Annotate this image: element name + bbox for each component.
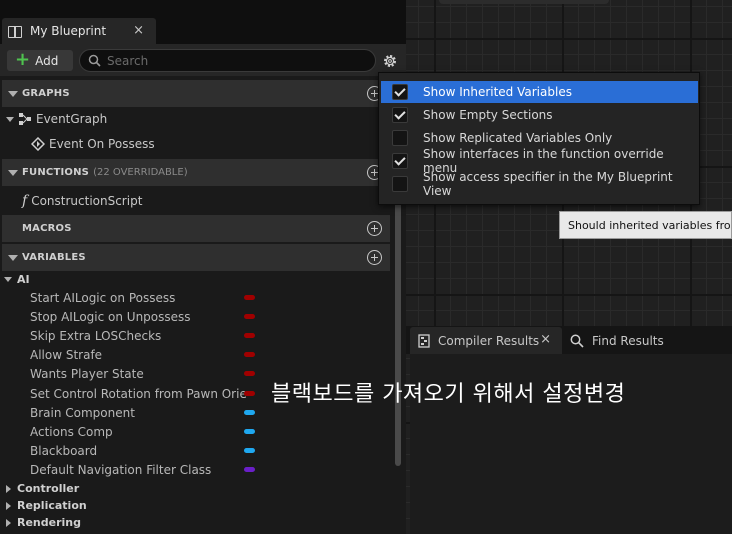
eventgraph-label: EventGraph (36, 112, 108, 126)
chevron-right-icon (6, 484, 11, 493)
variable-type-pill (244, 352, 255, 357)
variable-item[interactable]: Allow Strafe (30, 345, 260, 364)
add-macro-icon[interactable] (367, 221, 382, 236)
variable-item[interactable]: Stop AILogic on Unpossess (30, 307, 260, 326)
tab-my-blueprint[interactable]: My Blueprint × (2, 18, 156, 44)
variable-type-pill (244, 429, 255, 434)
tab-title: My Blueprint (30, 24, 107, 38)
section-variables-label: VARIABLES (22, 252, 86, 263)
variable-item[interactable]: Wants Player State (30, 364, 260, 383)
add-variable-icon[interactable] (367, 250, 382, 265)
category-ai[interactable]: AI (4, 271, 30, 288)
variable-type-pill (244, 391, 255, 396)
section-macros-label: MACROS (22, 223, 72, 234)
checkbox[interactable] (392, 84, 408, 100)
my-blueprint-panel: My Blueprint × + Add Search GRAPHS Event… (0, 0, 406, 534)
event-on-possess-label: Event On Possess (49, 137, 155, 151)
tree-item-construction-script[interactable]: f ConstructionScript (22, 191, 142, 211)
chevron-down-icon (8, 169, 18, 176)
menu-item-label: Show Empty Sections (423, 108, 553, 122)
function-icon: f (22, 193, 28, 209)
menu-item-show-inherited-variables[interactable]: Show Inherited Variables (381, 81, 698, 103)
menu-item-label: Show access specifier in the My Blueprin… (423, 170, 673, 198)
book-icon (8, 25, 22, 38)
graph-node-edge (439, 0, 609, 4)
chevron-down-icon (6, 116, 14, 122)
menu-item-label: Show Replicated Variables Only (423, 131, 613, 145)
variable-type-pill (244, 295, 255, 300)
variable-item[interactable]: Start AILogic on Possess (30, 288, 260, 307)
category-label: Rendering (17, 516, 81, 529)
chevron-down-icon (8, 90, 18, 97)
panel-tab-bar: My Blueprint × (0, 0, 406, 44)
compiler-results-icon (418, 333, 430, 348)
variable-type-pill (244, 333, 255, 338)
tooltip: Should inherited variables from p (559, 211, 732, 239)
checkbox[interactable] (392, 130, 408, 146)
section-functions-label: FUNCTIONS (22, 167, 90, 178)
checkbox[interactable] (392, 153, 408, 169)
menu-item-show-access-specifier[interactable]: Show access specifier in the My Blueprin… (381, 170, 698, 198)
gear-icon[interactable] (381, 52, 399, 70)
search-icon (88, 54, 101, 67)
menu-item-show-interfaces[interactable]: Show interfaces in the function override… (381, 147, 698, 175)
variable-type-pill (244, 467, 255, 472)
checkbox[interactable] (392, 176, 408, 192)
chevron-right-icon (6, 518, 11, 527)
search-placeholder: Search (107, 53, 149, 68)
checkmark-icon (394, 108, 406, 120)
variable-item[interactable]: Default Navigation Filter Class (30, 460, 260, 479)
section-graphs-label: GRAPHS (22, 88, 70, 99)
search-input[interactable]: Search (79, 49, 376, 72)
variable-type-pill (244, 371, 255, 376)
view-options-menu: Show Inherited Variables Show Empty Sect… (378, 72, 700, 205)
checkmark-icon (394, 85, 406, 97)
add-button-label: Add (35, 53, 59, 68)
category-label: Replication (17, 499, 87, 512)
category-controller[interactable]: Controller (4, 480, 79, 497)
tab-compiler-results[interactable]: Compiler Results × (410, 327, 562, 354)
plus-icon: + (15, 48, 31, 70)
category-label: Controller (17, 482, 80, 495)
panel-toolbar: + Add Search (0, 44, 406, 76)
compiler-results-label: Compiler Results (438, 333, 540, 348)
variable-item[interactable]: Brain Component (30, 403, 260, 422)
section-functions[interactable]: FUNCTIONS (22 OVERRIDABLE) (2, 159, 390, 186)
chevron-down-icon (8, 254, 18, 261)
section-graphs[interactable]: GRAPHS (2, 80, 390, 107)
variable-item[interactable]: Blackboard (30, 441, 260, 460)
tab-find-results[interactable]: Find Results (566, 327, 732, 354)
add-button[interactable]: + Add (7, 50, 73, 71)
menu-item-show-empty-sections[interactable]: Show Empty Sections (381, 104, 698, 126)
tree-item-event-on-possess[interactable]: Event On Possess (31, 134, 155, 154)
variable-item[interactable]: Actions Comp (30, 422, 260, 441)
checkbox[interactable] (392, 107, 408, 123)
checkmark-icon (394, 154, 406, 166)
find-results-label: Find Results (592, 333, 664, 348)
section-functions-sub: (22 OVERRIDABLE) (93, 167, 188, 178)
section-macros[interactable]: MACROS (2, 215, 390, 242)
menu-item-show-replicated-only[interactable]: Show Replicated Variables Only (381, 127, 698, 149)
close-icon[interactable]: × (540, 332, 551, 347)
event-graph-icon (19, 113, 31, 125)
chevron-right-icon (6, 501, 11, 510)
scrollbar[interactable] (395, 188, 401, 466)
construction-script-label: ConstructionScript (31, 194, 143, 208)
close-icon[interactable]: × (133, 23, 144, 38)
chevron-down-icon (4, 277, 12, 282)
section-variables[interactable]: VARIABLES (2, 244, 390, 271)
variable-item[interactable]: Set Control Rotation from Pawn Orie (30, 384, 260, 403)
event-icon (31, 137, 45, 151)
category-ai-label: AI (17, 273, 30, 286)
annotation-text: 블랙보드를 가져오기 위해서 설정변경 (271, 382, 626, 407)
category-rendering[interactable]: Rendering (4, 514, 81, 531)
variable-type-pill (244, 314, 255, 319)
search-icon (570, 334, 584, 348)
menu-item-label: Show Inherited Variables (423, 85, 572, 99)
variable-type-pill (244, 410, 255, 415)
variable-type-pill (244, 448, 255, 453)
category-replication[interactable]: Replication (4, 497, 87, 514)
tree-item-eventgraph[interactable]: EventGraph (6, 109, 107, 129)
variable-item[interactable]: Skip Extra LOSChecks (30, 326, 260, 345)
